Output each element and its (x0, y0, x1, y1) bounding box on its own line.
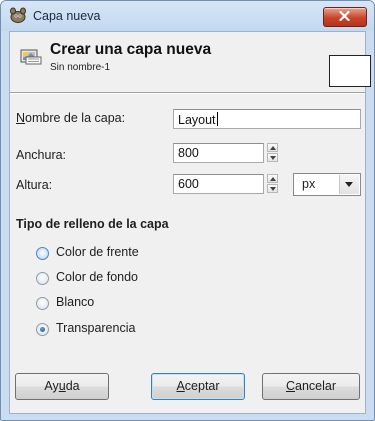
width-value: 800 (178, 146, 199, 160)
radio-white[interactable] (36, 297, 49, 310)
layer-name-label: Nombre de la capa: (16, 111, 125, 125)
dialog-header: Crear una capa nueva Sin nombre-1 (10, 32, 371, 92)
arrow-down-icon (270, 187, 276, 191)
width-decrement-button[interactable] (267, 153, 278, 162)
width-label: Anchura: (16, 148, 67, 162)
cancel-mnemonic: C (285, 379, 296, 393)
title-bar[interactable]: Capa nueva (1, 1, 374, 31)
close-icon (339, 11, 350, 21)
height-value: 600 (178, 177, 199, 191)
layer-name-value: Layout (178, 113, 216, 127)
radio-label-white[interactable]: Blanco (56, 295, 94, 309)
radio-label-transparency[interactable]: Transparencia (56, 321, 135, 335)
height-label: Altura: (16, 178, 53, 192)
cancel-label: ancelar (295, 379, 337, 393)
help-label-post: da (65, 379, 80, 393)
dialog-body: Crear una capa nueva Sin nombre-1 Nombre… (9, 31, 371, 414)
width-input[interactable]: 800 (173, 143, 264, 163)
help-button[interactable]: Ayuda (15, 373, 109, 400)
height-spinner[interactable] (267, 174, 279, 194)
radio-label-background-color[interactable]: Color de fondo (56, 270, 138, 284)
arrow-up-icon (270, 177, 276, 181)
layer-name-mnemonic: N (16, 111, 26, 125)
width-spinner[interactable] (267, 143, 279, 163)
radio-background-color[interactable] (36, 272, 49, 285)
dialog-window: Capa nueva Crear una capa nueva Sin nomb… (0, 0, 375, 421)
ok-button[interactable]: Aceptar (151, 373, 245, 400)
fill-type-title: Tipo de relleno de la capa (16, 217, 169, 231)
height-increment-button[interactable] (267, 174, 278, 183)
help-label-pre: Ay (44, 379, 59, 393)
arrow-up-icon (270, 146, 276, 150)
ok-label: ceptar (184, 379, 220, 393)
unit-value: px (302, 177, 316, 191)
layer-name-label-text: ombre de la capa: (25, 111, 126, 125)
new-layer-icon (20, 46, 42, 66)
height-decrement-button[interactable] (267, 184, 278, 193)
radio-label-foreground-color[interactable]: Color de frente (56, 245, 139, 259)
text-caret (216, 112, 218, 126)
header-separator (10, 92, 365, 94)
height-input[interactable]: 600 (173, 174, 264, 194)
header-subtitle: Sin nombre-1 (50, 62, 111, 73)
unit-dropdown-button[interactable] (339, 175, 359, 194)
window-title: Capa nueva (33, 9, 101, 23)
gimp-icon (9, 7, 27, 23)
layer-name-input[interactable]: Layout (173, 109, 361, 129)
cancel-button[interactable]: Cancelar (262, 373, 360, 400)
unit-select[interactable]: px (293, 173, 361, 196)
layer-preview (329, 55, 371, 87)
close-button[interactable] (323, 7, 367, 27)
ok-mnemonic: A (176, 379, 185, 393)
help-mnemonic: u (58, 379, 66, 393)
chevron-down-icon (345, 182, 353, 187)
arrow-down-icon (270, 156, 276, 160)
width-increment-button[interactable] (267, 143, 278, 152)
radio-foreground-color[interactable] (36, 247, 49, 260)
header-title: Crear una capa nueva (50, 41, 212, 58)
radio-transparency[interactable] (36, 323, 49, 336)
